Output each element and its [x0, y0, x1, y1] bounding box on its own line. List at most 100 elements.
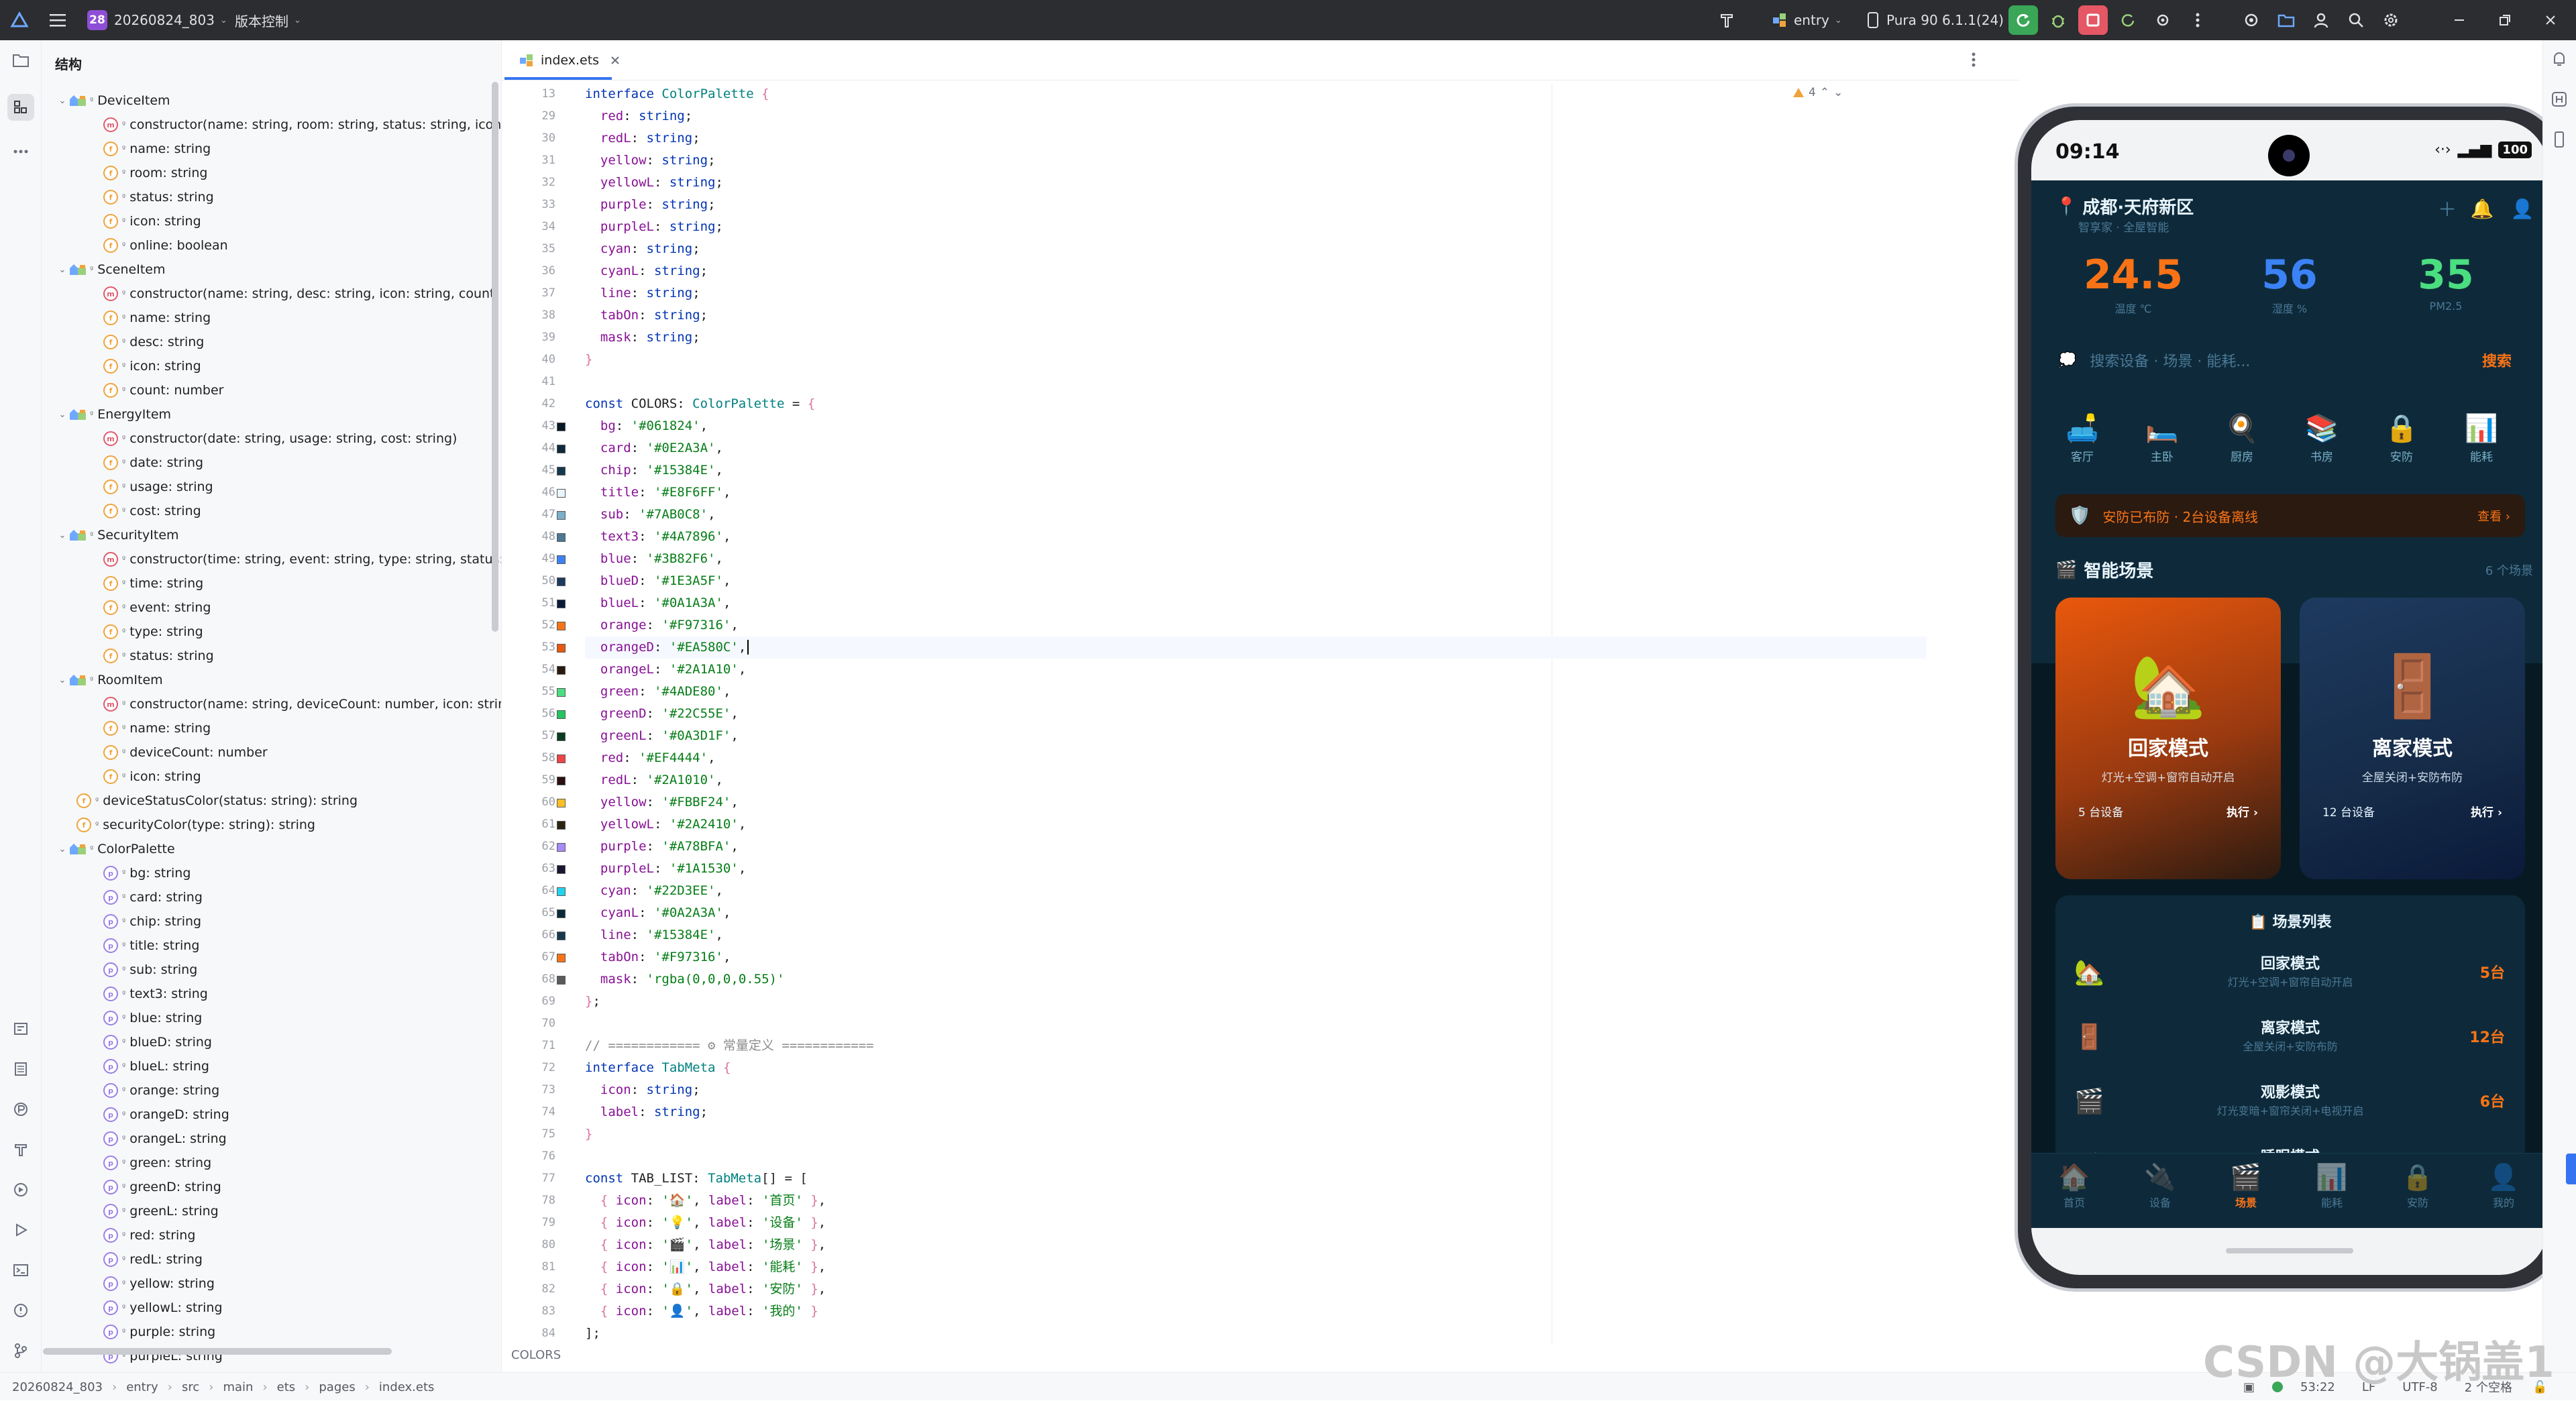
code-line[interactable]: const COLORS: ColorPalette = { [585, 393, 1927, 415]
structure-item-class[interactable]: ⌄ ᵍ RoomItem [42, 668, 501, 692]
code-line[interactable]: redL: '#2A1010', [585, 769, 1927, 791]
chevron-down-icon[interactable]: ⌄ [56, 530, 68, 541]
terminal-tool-button[interactable] [7, 1257, 34, 1284]
structure-item-field[interactable]: f ᵍ event: string [42, 596, 501, 620]
code-line[interactable]: line: '#15384E', [585, 924, 1927, 946]
color-swatch[interactable] [557, 489, 566, 498]
scene-card-execute-button[interactable]: 执行 › [2226, 803, 2258, 820]
vcs-menu[interactable]: 版本控制 ⌄ [235, 0, 301, 40]
bottom-tab-0[interactable]: 🏠 首页 [2031, 1160, 2117, 1210]
scene-list-item[interactable]: 🏡 回家模式 灯光+空调+窗帘自动开启 5台 [2055, 941, 2525, 1005]
close-button[interactable] [2536, 5, 2565, 35]
room-shortcut[interactable]: 🔒 安防 [2361, 408, 2442, 482]
scene-card-execute-button[interactable]: 执行 › [2471, 803, 2502, 820]
code-line[interactable]: yellow: string; [585, 150, 1927, 172]
structure-item-method[interactable]: m ᵍ constructor(name: string, room: string… [42, 113, 501, 137]
structure-item-prop[interactable]: p ᵍ bg: string [42, 861, 501, 885]
harmony-assistant-button[interactable] [2550, 90, 2569, 109]
structure-vertical-scrollbar[interactable] [492, 82, 498, 632]
structure-item-field[interactable]: f ᵍ icon: string [42, 209, 501, 233]
structure-item-prop[interactable]: p ᵍ sub: string [42, 958, 501, 982]
code-line[interactable]: purple: '#A78BFA', [585, 836, 1927, 858]
structure-item-field[interactable]: f ᵍ name: string [42, 137, 501, 161]
structure-item-field[interactable]: f ᵍ desc: string [42, 330, 501, 354]
color-swatch[interactable] [557, 843, 566, 852]
code-line[interactable] [585, 371, 1927, 393]
stop-button[interactable] [2078, 5, 2108, 35]
color-swatch[interactable] [557, 976, 566, 985]
more-tools-button[interactable] [7, 138, 34, 165]
run-config-selector[interactable]: entry ⌄ [1771, 0, 1842, 40]
code-line[interactable]: }; [585, 991, 1927, 1013]
structure-item-field[interactable]: f ᵍ date: string [42, 451, 501, 475]
structure-item-prop[interactable]: p ᵍ card: string [42, 885, 501, 909]
structure-item-iface[interactable]: ⌄ ᵍ ColorPalette [42, 837, 501, 861]
color-swatch[interactable] [557, 666, 566, 675]
breadcrumb-item[interactable]: main [223, 1380, 253, 1394]
code-line[interactable]: purple: string; [585, 194, 1927, 216]
structure-item-class[interactable]: ⌄ ᵍ SecurityItem [42, 523, 501, 547]
build-hammer-icon[interactable] [1717, 0, 1736, 40]
git-tool-button[interactable] [7, 1337, 34, 1364]
scene-card[interactable]: 🚪 离家模式 全屋关闭+安防布防 12 台设备 执行 › [2300, 598, 2525, 879]
alert-view-link[interactable]: 查看 › [2477, 507, 2510, 524]
code-line[interactable]: title: '#E8F6FF', [585, 482, 1927, 504]
structure-item-field[interactable]: f ᵍ status: string [42, 185, 501, 209]
run-button[interactable] [2008, 5, 2038, 35]
previewer-button[interactable] [2550, 130, 2569, 149]
code-line[interactable]: { icon: '💡', label: '设备' }, [585, 1212, 1927, 1234]
device-manager-button[interactable] [2271, 5, 2301, 35]
color-swatch[interactable] [557, 887, 566, 896]
structure-item-prop[interactable]: p ᵍ redL: string [42, 1247, 501, 1272]
code-line[interactable]: blueD: '#1E3A5F', [585, 570, 1927, 592]
code-line[interactable]: } [585, 1123, 1927, 1145]
code-line[interactable]: { icon: '🎬', label: '场景' }, [585, 1234, 1927, 1256]
code-line[interactable]: red: '#EF4444', [585, 747, 1927, 769]
color-swatch[interactable] [557, 821, 566, 830]
code-line[interactable] [585, 1145, 1927, 1168]
bottom-tab-2[interactable]: 🎬 场景 [2203, 1160, 2289, 1210]
location-title[interactable]: 📍 成都·天府新区 [2055, 194, 2194, 219]
color-swatch[interactable] [557, 600, 566, 608]
code-line[interactable]: orangeL: '#2A1A10', [585, 659, 1927, 681]
code-line[interactable]: yellowL: string; [585, 172, 1927, 194]
structure-item-field[interactable]: f ᵍ cost: string [42, 499, 501, 523]
code-context-breadcrumb[interactable]: COLORS [511, 1348, 561, 1362]
structure-item-field[interactable]: f ᵍ time: string [42, 571, 501, 596]
code-line[interactable]: greenD: '#22C55E', [585, 703, 1927, 725]
structure-item-prop[interactable]: p ᵍ chip: string [42, 909, 501, 934]
breadcrumb-item[interactable]: src [182, 1380, 199, 1394]
search-button[interactable]: 搜索 [2482, 349, 2512, 371]
code-line[interactable]: } [585, 349, 1927, 371]
apply-changes-button[interactable] [2113, 5, 2143, 35]
color-swatch[interactable] [557, 909, 566, 918]
color-swatch[interactable] [557, 932, 566, 940]
color-swatch[interactable] [557, 777, 566, 785]
code-line[interactable]: orange: '#F97316', [585, 614, 1927, 636]
scene-card[interactable]: 🏡 回家模式 灯光+空调+窗帘自动开启 5 台设备 执行 › [2055, 598, 2281, 879]
code-line[interactable]: line: string; [585, 282, 1927, 304]
code-line[interactable]: red: string; [585, 105, 1927, 127]
code-line[interactable]: const TAB_LIST: TabMeta[] = [ [585, 1168, 1927, 1190]
chevron-down-icon[interactable]: ⌄ [56, 265, 68, 275]
structure-item-prop[interactable]: p ᵍ yellow: string [42, 1272, 501, 1296]
device-selector[interactable]: Pura 90 6.1.1(24) ⌄ [1865, 0, 2017, 40]
search-bar[interactable]: 💭 搜索设备 · 场景 · 能耗... 搜索 [2055, 340, 2525, 380]
main-menu-icon[interactable] [48, 0, 67, 40]
structure-item-field[interactable]: f ᵍ usage: string [42, 475, 501, 499]
code-line[interactable]: bg: '#061824', [585, 415, 1927, 437]
structure-item-prop[interactable]: p ᵍ green: string [42, 1151, 501, 1175]
structure-item-field[interactable]: f ᵍ count: number [42, 378, 501, 402]
add-icon[interactable]: ＋ [2434, 195, 2461, 222]
structure-tool-button[interactable] [7, 94, 34, 121]
bottom-tab-1[interactable]: 🔌 设备 [2117, 1160, 2203, 1210]
code-line[interactable]: sub: '#7AB0C8', [585, 504, 1927, 526]
app-logo-icon[interactable] [9, 0, 30, 40]
structure-item-method[interactable]: m ᵍ constructor(name: string, deviceCount:… [42, 692, 501, 716]
minimize-button[interactable] [2445, 5, 2474, 35]
structure-item-field[interactable]: f ᵍ online: boolean [42, 233, 501, 258]
color-swatch[interactable] [557, 622, 566, 630]
code-line[interactable]: redL: string; [585, 127, 1927, 150]
bell-icon[interactable]: 🔔 [2469, 195, 2496, 222]
structure-item-field[interactable]: f ᵍ icon: string [42, 354, 501, 378]
